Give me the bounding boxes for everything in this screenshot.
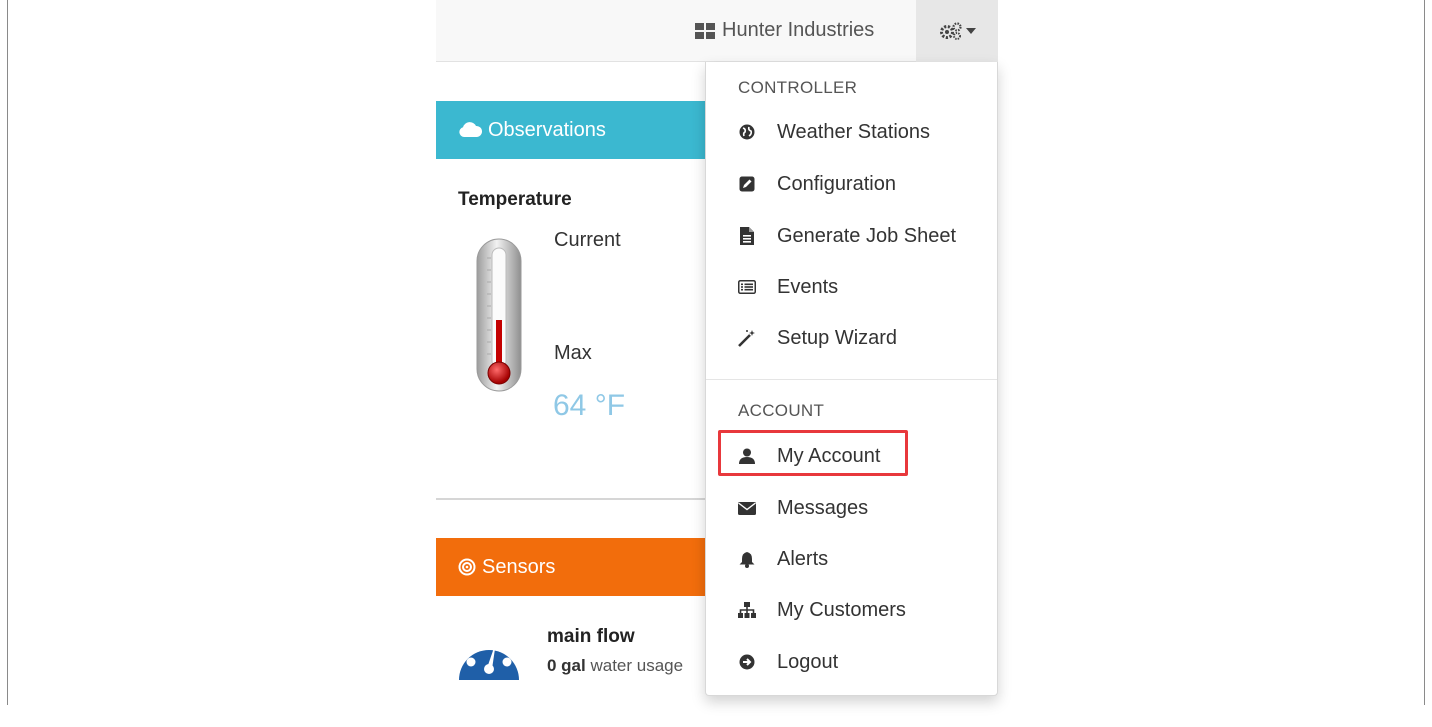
brand-label: Hunter Industries xyxy=(722,19,875,41)
temperature-current-label: Current xyxy=(554,229,621,251)
sensors-panel-header: Sensors xyxy=(436,538,726,596)
menu-item-configuration[interactable]: Configuration xyxy=(706,162,997,206)
menu-item-alerts[interactable]: Alerts xyxy=(706,537,997,581)
observations-title: Observations xyxy=(488,118,606,141)
sensor-usage: 0 gal water usage xyxy=(547,656,683,676)
settings-dropdown-toggle[interactable] xyxy=(916,0,998,62)
cloud-icon xyxy=(459,122,482,137)
globe-icon xyxy=(738,123,756,141)
menu-item-events[interactable]: Events xyxy=(706,265,997,309)
menu-item-my-customers[interactable]: My Customers xyxy=(706,588,997,632)
menu-item-label: Generate Job Sheet xyxy=(777,224,957,247)
menu-divider xyxy=(706,379,997,380)
file-icon xyxy=(738,227,756,245)
frame-border-right xyxy=(1424,0,1425,705)
frame-border-left xyxy=(7,0,8,705)
menu-item-weather-stations[interactable]: Weather Stations xyxy=(706,110,997,154)
menu-item-label: Setup Wizard xyxy=(777,326,898,349)
sensor-usage-amount: 0 gal xyxy=(547,656,586,675)
caret-down-icon xyxy=(965,28,976,34)
bell-icon xyxy=(738,550,756,568)
menu-item-generate-job-sheet[interactable]: Generate Job Sheet xyxy=(706,214,997,258)
menu-item-label: Events xyxy=(777,275,839,298)
temperature-max-value: 64 °F xyxy=(553,389,626,422)
observations-panel-header: Observations xyxy=(436,101,726,159)
gears-icon xyxy=(939,22,962,40)
menu-item-my-account[interactable]: My Account xyxy=(706,434,997,478)
sensor-usage-text: water usage xyxy=(585,656,684,675)
menu-item-label: Configuration xyxy=(777,172,896,195)
settings-dropdown-menu: CONTROLLER Weather Stations Configuratio… xyxy=(705,62,998,696)
brand-link[interactable]: Hunter Industries xyxy=(695,19,874,42)
controller-section-header: CONTROLLER xyxy=(738,78,858,97)
menu-item-logout[interactable]: Logout xyxy=(706,640,997,684)
menu-item-label: Logout xyxy=(777,650,839,673)
menu-item-label: Alerts xyxy=(777,547,829,570)
temperature-title: Temperature xyxy=(458,189,572,210)
thermometer-icon xyxy=(476,238,522,392)
list-icon xyxy=(738,278,756,296)
menu-item-setup-wizard[interactable]: Setup Wizard xyxy=(706,316,997,360)
menu-item-label: Messages xyxy=(777,496,869,519)
sitemap-icon xyxy=(738,601,756,619)
user-icon xyxy=(738,447,756,465)
edit-icon xyxy=(738,175,756,193)
menu-item-label: Weather Stations xyxy=(777,120,931,143)
target-icon xyxy=(458,558,476,576)
sensor-name: main flow xyxy=(547,626,635,647)
account-section-header: ACCOUNT xyxy=(738,401,825,420)
menu-item-label: My Account xyxy=(777,444,881,467)
menu-item-messages[interactable]: Messages xyxy=(706,486,997,530)
magic-wand-icon xyxy=(738,329,756,347)
top-navbar: Hunter Industries xyxy=(436,0,998,62)
flow-gauge-icon xyxy=(459,630,519,680)
menu-item-label: My Customers xyxy=(777,598,906,621)
sensors-title: Sensors xyxy=(482,555,556,578)
logout-icon xyxy=(738,653,756,671)
envelope-icon xyxy=(738,499,756,517)
temperature-max-label: Max xyxy=(554,342,592,364)
panel-separator xyxy=(436,498,726,500)
grid-icon xyxy=(695,22,715,39)
